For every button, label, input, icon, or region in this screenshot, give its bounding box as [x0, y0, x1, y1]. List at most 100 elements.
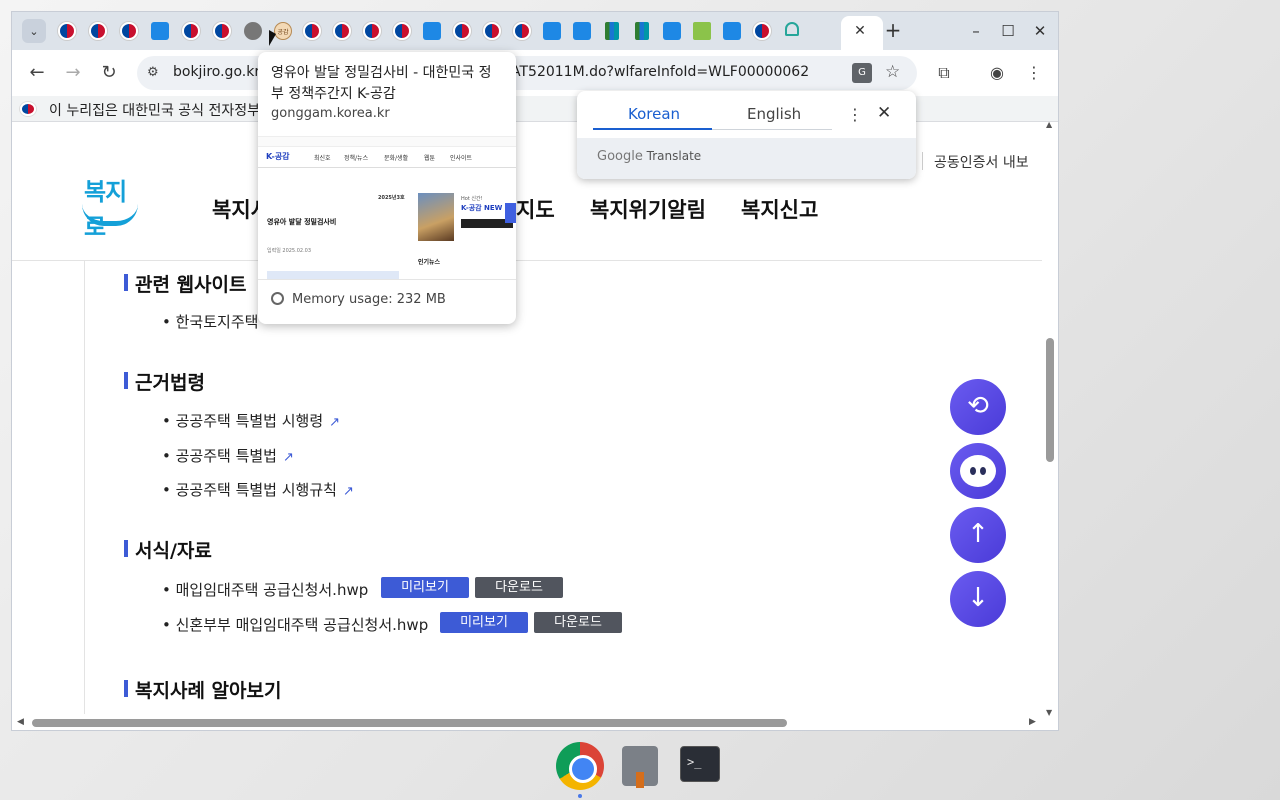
tab-favicon-gov-emblem[interactable] [333, 22, 351, 40]
tab-favicon-gov-emblem[interactable] [303, 22, 321, 40]
tab-favicon-gov-emblem[interactable] [453, 22, 471, 40]
tab-favicon-gov-emblem[interactable] [753, 22, 771, 40]
download-button[interactable]: 다운로드 [475, 577, 563, 598]
external-link-icon[interactable]: ↗ [283, 450, 294, 465]
preview-button[interactable]: 미리보기 [440, 612, 528, 633]
thumb-menu-item: 최신호 [314, 155, 331, 162]
tab-search-button[interactable]: ⌄ [22, 19, 46, 43]
terminal-taskbar-icon[interactable]: >_ [680, 746, 720, 782]
law-link-enforcement-decree[interactable]: • 공공주택 특별법 시행령 ↗ [162, 410, 340, 431]
horizontal-scrollbar[interactable]: ◀ ▶ [12, 714, 1042, 730]
nav-item-welfare-map[interactable]: 지도 [516, 194, 555, 224]
thumb-side-tab [505, 203, 516, 223]
translate-icon[interactable]: G [852, 63, 872, 83]
vertical-scroll-thumb[interactable] [1046, 338, 1054, 462]
back-icon[interactable]: ← [25, 62, 49, 86]
scroll-left-arrow-icon[interactable]: ◀ [17, 717, 24, 727]
scroll-top-button[interactable]: ↑ [950, 507, 1006, 563]
preview-button[interactable]: 미리보기 [381, 577, 469, 598]
korea-flag-icon [20, 102, 36, 116]
law-link-label[interactable]: • 공공주택 특별법 시행규칙 [162, 481, 337, 499]
tab-favicon-gov-emblem[interactable] [363, 22, 381, 40]
menu-kebab-icon[interactable]: ⋮ [1022, 62, 1046, 86]
translate-options-icon[interactable]: ⋮ [847, 105, 863, 124]
tab-favicon-home[interactable] [785, 22, 799, 36]
active-tab-indicator [593, 128, 712, 130]
new-tab-button[interactable]: + [882, 20, 904, 42]
profile-icon[interactable]: ◉ [985, 62, 1009, 86]
vertical-scrollbar[interactable]: ▲ ▼ [1042, 120, 1058, 718]
tab-favicon-lh[interactable] [605, 22, 619, 40]
site-info-icon[interactable]: ⚙ [147, 65, 159, 80]
google-translate-brand: Google Translate [597, 149, 702, 164]
tab-favicon-gov-emblem[interactable] [393, 22, 411, 40]
certificate-export-link[interactable]: 공동인증서 내보 [934, 152, 1029, 172]
nav-item-welfare-report[interactable]: 복지신고 [741, 194, 818, 224]
law-link-enforcement-rules[interactable]: • 공공주택 특별법 시행규칙 ↗ [162, 479, 354, 500]
tab-favicon-bokjiro[interactable] [151, 22, 169, 40]
minimize-icon[interactable]: – [964, 20, 988, 42]
bokjiro-logo[interactable]: 복지로 [80, 172, 142, 241]
law-link-label[interactable]: • 공공주택 특별법 [162, 447, 277, 465]
address-bar[interactable]: ⚙ bokjiro.go.kr AT52011M.do?wlfareInfoId… [137, 56, 917, 90]
window-close-icon[interactable]: ✕ [1028, 20, 1052, 42]
tab-favicon-globe[interactable] [244, 22, 262, 40]
thumb-logo: K-공감 [266, 152, 290, 161]
tool-app-taskbar-icon[interactable] [622, 746, 658, 788]
browser-toolbar: ← → ↻ ⚙ bokjiro.go.kr AT52011M.do?wlfare… [12, 50, 1058, 96]
arrow-down-icon: ↓ [967, 583, 989, 613]
url-text-tail[interactable]: AT52011M.do?wlfareInfoId=WLF00000062 [511, 64, 809, 80]
tab-favicon-bokjiro[interactable] [663, 22, 681, 40]
translate-footer: Google Translate [577, 138, 916, 179]
scroll-up-arrow-icon[interactable]: ▲ [1046, 120, 1052, 129]
external-link-icon[interactable]: ↗ [343, 484, 354, 499]
external-link-icon[interactable]: ↗ [329, 415, 340, 430]
tab-favicon-gonggam[interactable]: 공감 [274, 22, 292, 40]
chrome-taskbar-icon[interactable] [556, 742, 604, 790]
tab-favicon-lh[interactable] [635, 22, 649, 40]
tab-source-language[interactable]: Korean [628, 105, 680, 123]
law-link-label[interactable]: • 공공주택 특별법 시행령 [162, 412, 323, 430]
chatbot-button[interactable] [950, 443, 1006, 499]
tab-target-language[interactable]: English [747, 105, 801, 123]
download-button[interactable]: 다운로드 [534, 612, 622, 633]
bookmark-star-icon[interactable]: ☆ [885, 62, 900, 82]
forward-icon[interactable]: → [61, 62, 85, 86]
url-text[interactable]: bokjiro.go.kr [173, 64, 260, 80]
tab-baseline [712, 129, 832, 130]
horizontal-scroll-thumb[interactable] [32, 719, 787, 727]
scroll-right-arrow-icon[interactable]: ▶ [1029, 717, 1036, 727]
thumb-menu-item: 웹툰 [424, 155, 436, 162]
section-title-forms: 서식/자료 [124, 536, 212, 563]
header-divider-line [12, 260, 1042, 261]
thumb-topbar [258, 137, 516, 147]
tab-favicon-gov-emblem[interactable] [213, 22, 231, 40]
tab-favicon-bokjiro[interactable] [723, 22, 741, 40]
nav-item-crisis-alert[interactable]: 복지위기알림 [590, 194, 706, 224]
reload-icon[interactable]: ↻ [97, 62, 121, 86]
tab-favicon-bokjiro[interactable] [423, 22, 441, 40]
tab-favicon-gov-emblem[interactable] [120, 22, 138, 40]
tab-favicon-lh-leaf[interactable] [693, 22, 711, 40]
tab-favicon-bokjiro[interactable] [573, 22, 591, 40]
recent-history-button[interactable]: ⟲ [950, 379, 1006, 435]
tab-favicon-gov-emblem[interactable] [58, 22, 76, 40]
running-indicator [578, 794, 582, 798]
related-site-link[interactable]: • 한국토지주택 [162, 311, 258, 332]
maximize-icon[interactable]: ☐ [996, 20, 1020, 42]
translate-close-icon[interactable]: ✕ [877, 103, 891, 123]
tab-favicon-gov-emblem[interactable] [89, 22, 107, 40]
scroll-bottom-button[interactable]: ↓ [950, 571, 1006, 627]
tab-favicon-gov-emblem[interactable] [182, 22, 200, 40]
thumb-blue-block [267, 271, 399, 279]
form-file-name: • 매입임대주택 공급신청서.hwp [162, 581, 369, 599]
close-tab-icon[interactable]: ✕ [850, 21, 870, 41]
extensions-icon[interactable]: ⧉ [932, 62, 956, 86]
tab-favicon-gov-emblem[interactable] [513, 22, 531, 40]
scroll-down-arrow-icon[interactable]: ▼ [1046, 708, 1052, 717]
arrow-up-icon: ↑ [967, 519, 989, 549]
tab-favicon-bokjiro[interactable] [543, 22, 561, 40]
law-link-special-act[interactable]: • 공공주택 특별법 ↗ [162, 445, 294, 466]
section-title-related-sites: 관련 웹사이트 [124, 270, 247, 297]
tab-favicon-gov-emblem[interactable] [483, 22, 501, 40]
